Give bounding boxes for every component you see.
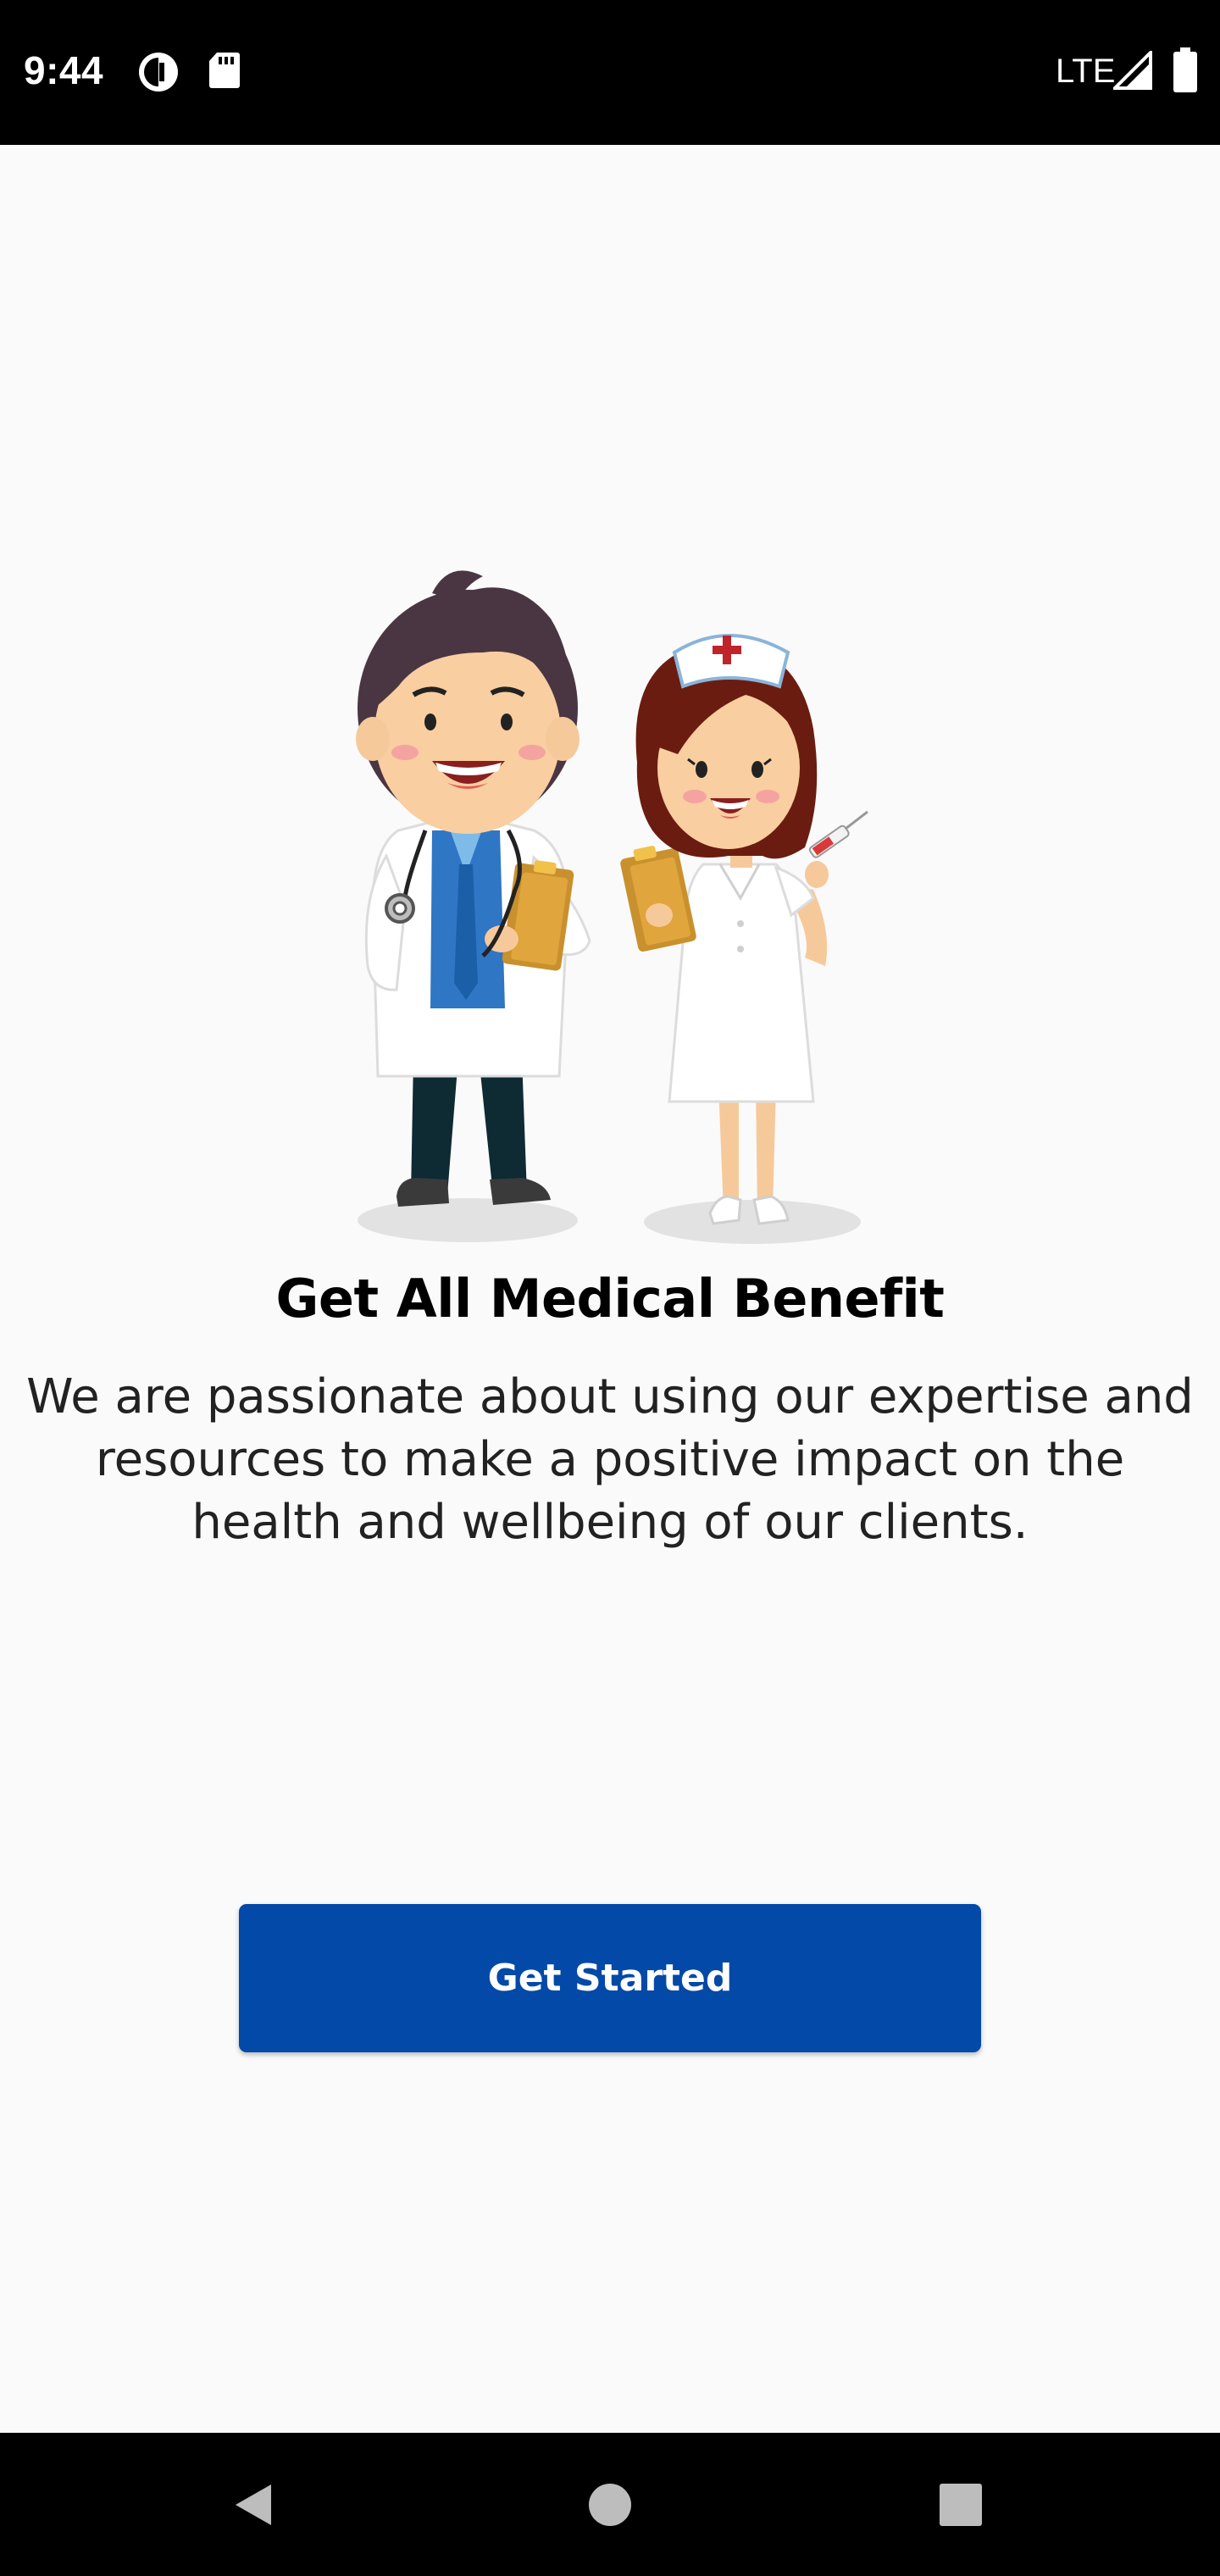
status-time: 9:44 <box>24 48 104 92</box>
home-button[interactable] <box>525 2433 695 2576</box>
recents-icon <box>940 2483 982 2526</box>
data-saver-icon <box>137 51 180 97</box>
doctor-and-nurse-illustration <box>305 542 915 1254</box>
back-icon <box>236 2484 271 2525</box>
back-button[interactable] <box>169 2433 339 2576</box>
onboarding-description: We are passionate about using our expert… <box>26 1369 1194 1550</box>
system-navigation-bar <box>0 2433 1220 2576</box>
sd-card-icon <box>208 51 241 94</box>
network-type: LTE <box>1056 53 1116 90</box>
home-icon <box>589 2483 631 2526</box>
signal-icon <box>1111 48 1152 94</box>
status-bar: 9:44 LTE <box>0 0 1220 145</box>
get-started-button[interactable]: Get Started <box>239 1904 981 2052</box>
recents-button[interactable] <box>876 2433 1045 2576</box>
battery-icon <box>1173 47 1198 97</box>
onboarding-title: Get All Medical Benefit <box>275 1268 945 1330</box>
